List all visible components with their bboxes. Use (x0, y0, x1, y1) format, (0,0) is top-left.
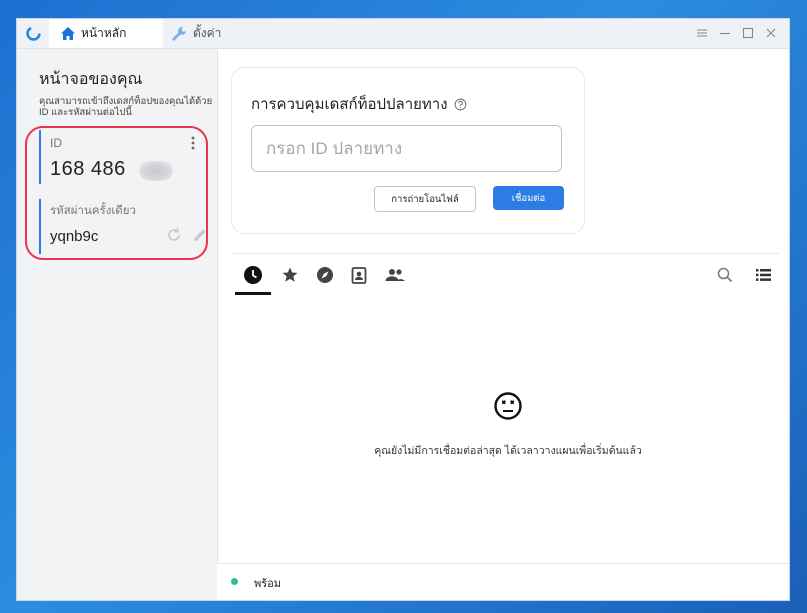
section-divider (231, 253, 779, 254)
wrench-icon (172, 26, 186, 41)
empty-state-message: คุณยังไม่มีการเชื่อมต่อล่าสุด ได้เวลาวาง… (374, 445, 642, 457)
app-window: หน้าหลัก ตั้งค่า หน้าจอของคุณ คุณสามารถเ… (17, 19, 789, 600)
discover-icon (317, 267, 333, 283)
sidebar-description: คุณสามารถเข้าถึงเดสก์ท็อปของคุณได้ด้วย I… (39, 96, 213, 118)
tab-home-label: หน้าหลัก (81, 26, 127, 40)
menu-icon[interactable] (694, 25, 710, 41)
sidebar-title: หน้าจอของคุณ (39, 71, 143, 88)
tab-recent[interactable] (242, 264, 264, 286)
help-icon[interactable] (454, 98, 467, 111)
list-view-icon[interactable] (756, 268, 771, 282)
home-icon (61, 27, 75, 40)
remote-id-input[interactable] (251, 125, 562, 172)
tab-discover[interactable] (314, 264, 336, 286)
annotation-highlight-outline (25, 126, 208, 260)
tab-settings[interactable]: ตั้งค่า (163, 19, 253, 48)
sidebar: หน้าจอของคุณ คุณสามารถเข้าถึงเดสก์ท็อปขอ… (17, 49, 218, 600)
status-text: พร้อม (254, 578, 282, 590)
tab-home[interactable]: หน้าหลัก (49, 19, 163, 48)
title-bar: หน้าหลัก ตั้งค่า (17, 19, 789, 49)
tab-settings-label: ตั้งค่า (193, 26, 222, 40)
tab-favorites[interactable] (279, 264, 301, 286)
empty-state-face-icon (494, 392, 522, 420)
file-transfer-button[interactable]: การถ่ายโอนไฟล์ (374, 186, 476, 212)
address-book-icon (351, 266, 367, 284)
tab-address-book[interactable] (348, 264, 370, 286)
maximize-icon[interactable] (740, 25, 756, 41)
status-indicator-dot (231, 578, 238, 585)
close-icon[interactable] (763, 25, 779, 41)
active-tab-indicator (235, 292, 271, 295)
connect-button[interactable]: เชื่อมต่อ (493, 186, 564, 210)
minimize-icon[interactable] (717, 25, 733, 41)
favorites-icon (282, 267, 298, 282)
search-icon[interactable] (717, 267, 733, 283)
remote-connect-card: การควบคุมเดสก์ท็อปปลายทาง การถ่ายโอนไฟล์… (231, 67, 585, 234)
connect-title: การควบคุมเดสก์ท็อปปลายทาง (251, 92, 467, 116)
recent-icon (244, 266, 262, 284)
tab-group[interactable] (384, 264, 406, 286)
app-logo-icon (26, 26, 41, 41)
group-icon (385, 269, 405, 281)
connect-title-text: การควบคุมเดสก์ท็อปปลายทาง (251, 96, 448, 113)
status-bar: พร้อม (217, 563, 789, 600)
